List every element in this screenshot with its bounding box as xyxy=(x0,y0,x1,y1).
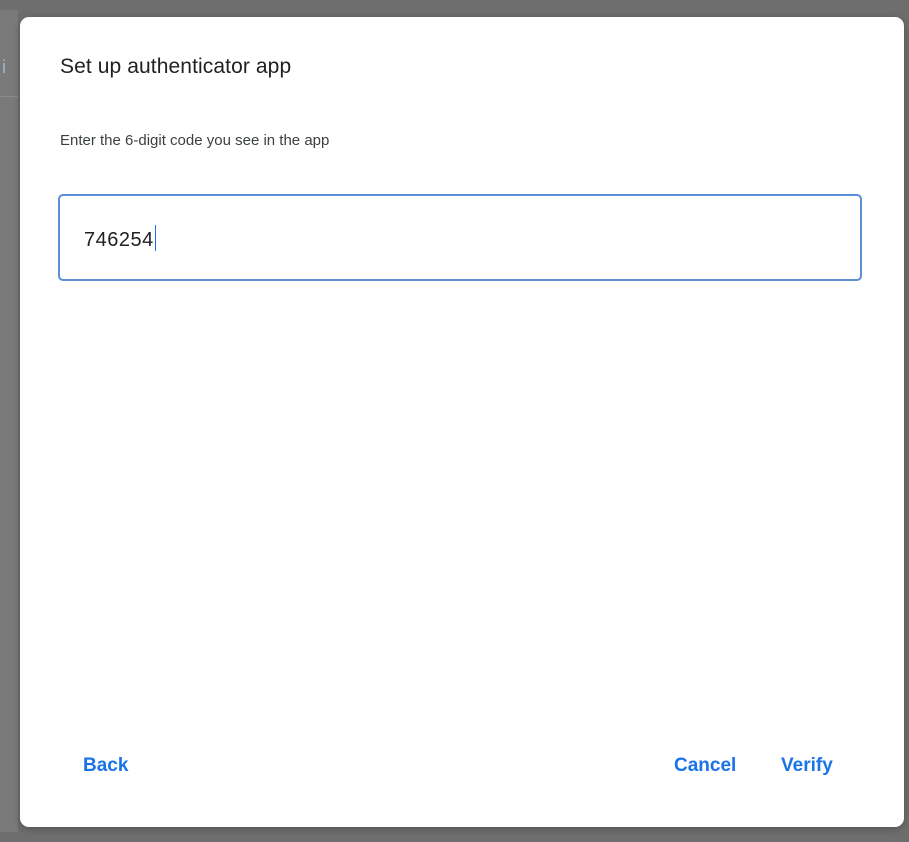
background-divider xyxy=(0,96,18,97)
text-caret xyxy=(154,225,156,251)
dialog-instructions: Enter the 6-digit code you see in the ap… xyxy=(60,132,330,149)
authenticator-setup-dialog: Set up authenticator app Enter the 6-dig… xyxy=(20,17,904,827)
back-button[interactable]: Back xyxy=(83,755,128,777)
code-text: 746254 xyxy=(84,229,154,251)
verification-code-value[interactable]: 746254 xyxy=(84,225,156,252)
background-page: i xyxy=(0,10,18,832)
dialog-title: Set up authenticator app xyxy=(60,55,292,78)
background-text-fragment: i xyxy=(2,57,6,77)
cancel-button[interactable]: Cancel xyxy=(674,755,736,777)
verification-code-input[interactable]: 746254 xyxy=(58,194,862,281)
verify-button[interactable]: Verify xyxy=(781,755,833,777)
